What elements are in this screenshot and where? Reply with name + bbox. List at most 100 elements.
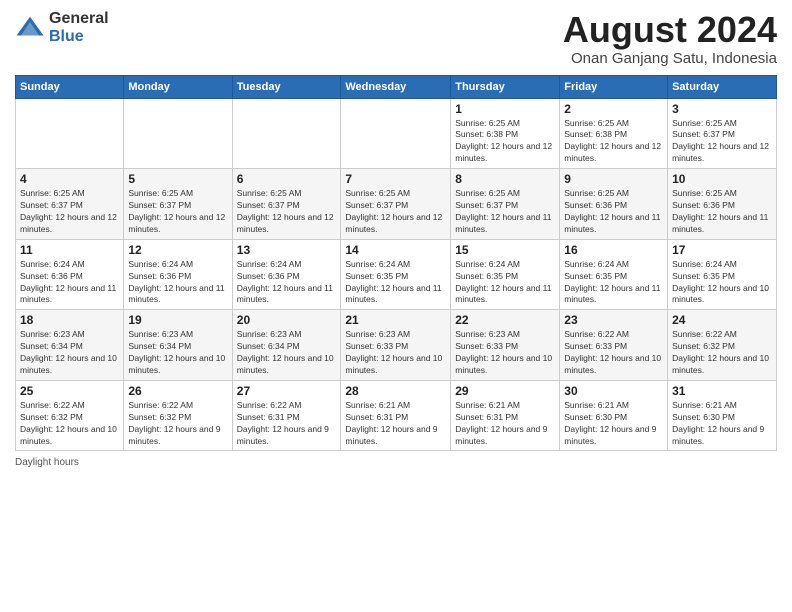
- daylight-label: Daylight hours: [15, 457, 79, 468]
- logo: General Blue: [15, 10, 109, 45]
- day-number: 1: [455, 102, 555, 116]
- day-number: 11: [20, 243, 119, 257]
- calendar-cell: 4 Sunrise: 6:25 AM Sunset: 6:37 PM Daylig…: [16, 169, 124, 240]
- header-day-tuesday: Tuesday: [232, 75, 341, 98]
- header-row: SundayMondayTuesdayWednesdayThursdayFrid…: [16, 75, 777, 98]
- day-info: Sunrise: 6:23 AM Sunset: 6:33 PM Dayligh…: [345, 329, 446, 377]
- logo-general: General: [49, 10, 109, 28]
- day-number: 29: [455, 384, 555, 398]
- calendar-cell: [124, 98, 232, 169]
- day-number: 16: [564, 243, 663, 257]
- subtitle: Onan Ganjang Satu, Indonesia: [563, 50, 777, 67]
- day-info: Sunrise: 6:23 AM Sunset: 6:33 PM Dayligh…: [455, 329, 555, 377]
- calendar-cell: [232, 98, 341, 169]
- calendar-cell: 6Sunrise: 6:25 AM Sunset: 6:37 PM Daylig…: [232, 169, 341, 240]
- day-info: Sunrise: 6:24 AM Sunset: 6:35 PM Dayligh…: [455, 259, 555, 307]
- calendar-body: 1 Sunrise: 6:25 AM Sunset: 6:38 PM Daylig…: [16, 98, 777, 451]
- calendar-cell: 7 Sunrise: 6:25 AM Sunset: 6:37 PM Daylig…: [341, 169, 451, 240]
- calendar-cell: 24Sunrise: 6:22 AM Sunset: 6:32 PM Dayli…: [668, 310, 777, 381]
- day-info: Sunrise: 6:22 AM Sunset: 6:33 PM Dayligh…: [564, 329, 663, 377]
- header-day-monday: Monday: [124, 75, 232, 98]
- day-info: Sunrise: 6:25 AM Sunset: 6:36 PM Dayligh…: [564, 188, 663, 236]
- day-info: Sunrise: 6:23 AM Sunset: 6:34 PM Dayligh…: [237, 329, 337, 377]
- day-info: Sunrise: 6:25 AM Sunset: 6:36 PM Dayligh…: [672, 188, 772, 236]
- day-info: Sunrise: 6:24 AM Sunset: 6:35 PM Dayligh…: [345, 259, 446, 307]
- day-info: Sunrise: 6:25 AM Sunset: 6:38 PM Dayligh…: [564, 118, 663, 166]
- title-block: August 2024 Onan Ganjang Satu, Indonesia: [563, 10, 777, 67]
- calendar-cell: 21 Sunrise: 6:23 AM Sunset: 6:33 PM Dayli…: [341, 310, 451, 381]
- week-row-3: 18 Sunrise: 6:23 AM Sunset: 6:34 PM Dayli…: [16, 310, 777, 381]
- calendar-cell: 28 Sunrise: 6:21 AM Sunset: 6:31 PM Dayli…: [341, 380, 451, 451]
- day-info: Sunrise: 6:25 AM Sunset: 6:37 PM Dayligh…: [20, 188, 119, 236]
- day-number: 17: [672, 243, 772, 257]
- day-info: Sunrise: 6:24 AM Sunset: 6:36 PM Dayligh…: [128, 259, 227, 307]
- day-info: Sunrise: 6:22 AM Sunset: 6:32 PM Dayligh…: [128, 400, 227, 448]
- calendar-cell: 19 Sunrise: 6:23 AM Sunset: 6:34 PM Dayli…: [124, 310, 232, 381]
- day-number: 28: [345, 384, 446, 398]
- calendar-cell: 12 Sunrise: 6:24 AM Sunset: 6:36 PM Dayli…: [124, 239, 232, 310]
- day-number: 4: [20, 172, 119, 186]
- day-info: Sunrise: 6:21 AM Sunset: 6:31 PM Dayligh…: [345, 400, 446, 448]
- day-number: 13: [237, 243, 337, 257]
- day-info: Sunrise: 6:25 AM Sunset: 6:37 PM Dayligh…: [672, 118, 772, 166]
- calendar-cell: 27Sunrise: 6:22 AM Sunset: 6:31 PM Dayli…: [232, 380, 341, 451]
- day-number: 7: [345, 172, 446, 186]
- day-number: 14: [345, 243, 446, 257]
- day-number: 24: [672, 313, 772, 327]
- calendar-cell: 14 Sunrise: 6:24 AM Sunset: 6:35 PM Dayli…: [341, 239, 451, 310]
- calendar-cell: 3 Sunrise: 6:25 AM Sunset: 6:37 PM Daylig…: [668, 98, 777, 169]
- day-number: 18: [20, 313, 119, 327]
- calendar-cell: 22 Sunrise: 6:23 AM Sunset: 6:33 PM Dayli…: [451, 310, 560, 381]
- week-row-4: 25 Sunrise: 6:22 AM Sunset: 6:32 PM Dayli…: [16, 380, 777, 451]
- main-title: August 2024: [563, 10, 777, 50]
- calendar: SundayMondayTuesdayWednesdayThursdayFrid…: [15, 75, 777, 452]
- day-info: Sunrise: 6:25 AM Sunset: 6:37 PM Dayligh…: [345, 188, 446, 236]
- calendar-cell: 1 Sunrise: 6:25 AM Sunset: 6:38 PM Daylig…: [451, 98, 560, 169]
- day-info: Sunrise: 6:24 AM Sunset: 6:35 PM Dayligh…: [672, 259, 772, 307]
- day-number: 30: [564, 384, 663, 398]
- day-info: Sunrise: 6:21 AM Sunset: 6:31 PM Dayligh…: [455, 400, 555, 448]
- day-number: 21: [345, 313, 446, 327]
- day-number: 22: [455, 313, 555, 327]
- header-day-thursday: Thursday: [451, 75, 560, 98]
- day-number: 20: [237, 313, 337, 327]
- calendar-cell: [341, 98, 451, 169]
- calendar-header: SundayMondayTuesdayWednesdayThursdayFrid…: [16, 75, 777, 98]
- calendar-cell: 13 Sunrise: 6:24 AM Sunset: 6:36 PM Dayli…: [232, 239, 341, 310]
- calendar-cell: [16, 98, 124, 169]
- header-day-saturday: Saturday: [668, 75, 777, 98]
- header-day-sunday: Sunday: [16, 75, 124, 98]
- page: General Blue August 2024 Onan Ganjang Sa…: [0, 0, 792, 612]
- calendar-cell: 10 Sunrise: 6:25 AM Sunset: 6:36 PM Dayli…: [668, 169, 777, 240]
- day-info: Sunrise: 6:22 AM Sunset: 6:31 PM Dayligh…: [237, 400, 337, 448]
- calendar-cell: 29 Sunrise: 6:21 AM Sunset: 6:31 PM Dayli…: [451, 380, 560, 451]
- day-number: 25: [20, 384, 119, 398]
- logo-blue: Blue: [49, 28, 109, 46]
- week-row-2: 11 Sunrise: 6:24 AM Sunset: 6:36 PM Dayli…: [16, 239, 777, 310]
- day-number: 12: [128, 243, 227, 257]
- day-info: Sunrise: 6:24 AM Sunset: 6:36 PM Dayligh…: [20, 259, 119, 307]
- day-info: Sunrise: 6:21 AM Sunset: 6:30 PM Dayligh…: [672, 400, 772, 448]
- day-info: Sunrise: 6:25 AM Sunset: 6:38 PM Dayligh…: [455, 118, 555, 166]
- calendar-cell: 17 Sunrise: 6:24 AM Sunset: 6:35 PM Dayli…: [668, 239, 777, 310]
- calendar-cell: 20 Sunrise: 6:23 AM Sunset: 6:34 PM Dayli…: [232, 310, 341, 381]
- day-info: Sunrise: 6:23 AM Sunset: 6:34 PM Dayligh…: [128, 329, 227, 377]
- calendar-cell: 2Sunrise: 6:25 AM Sunset: 6:38 PM Daylig…: [560, 98, 668, 169]
- day-number: 19: [128, 313, 227, 327]
- day-number: 31: [672, 384, 772, 398]
- calendar-cell: 15Sunrise: 6:24 AM Sunset: 6:35 PM Dayli…: [451, 239, 560, 310]
- day-number: 9: [564, 172, 663, 186]
- day-number: 6: [237, 172, 337, 186]
- calendar-cell: 30Sunrise: 6:21 AM Sunset: 6:30 PM Dayli…: [560, 380, 668, 451]
- day-info: Sunrise: 6:24 AM Sunset: 6:36 PM Dayligh…: [237, 259, 337, 307]
- day-info: Sunrise: 6:25 AM Sunset: 6:37 PM Dayligh…: [455, 188, 555, 236]
- calendar-cell: 9 Sunrise: 6:25 AM Sunset: 6:36 PM Daylig…: [560, 169, 668, 240]
- day-number: 3: [672, 102, 772, 116]
- calendar-cell: 5Sunrise: 6:25 AM Sunset: 6:37 PM Daylig…: [124, 169, 232, 240]
- day-info: Sunrise: 6:23 AM Sunset: 6:34 PM Dayligh…: [20, 329, 119, 377]
- calendar-cell: 23Sunrise: 6:22 AM Sunset: 6:33 PM Dayli…: [560, 310, 668, 381]
- footer: Daylight hours: [15, 457, 777, 468]
- day-number: 10: [672, 172, 772, 186]
- day-number: 5: [128, 172, 227, 186]
- header-day-friday: Friday: [560, 75, 668, 98]
